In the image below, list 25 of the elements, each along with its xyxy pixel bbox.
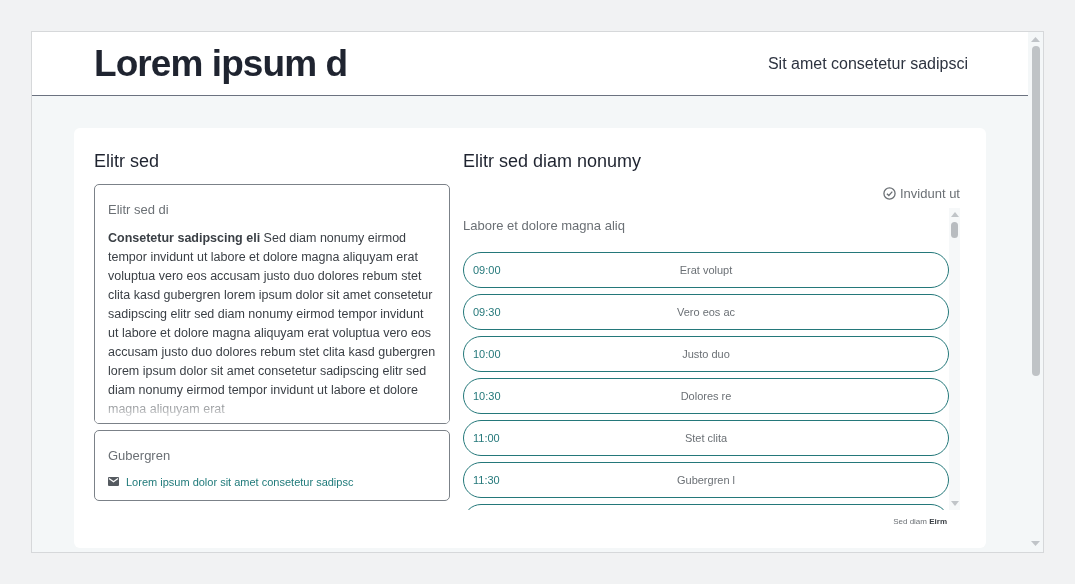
email-link[interactable]: Lorem ipsum dolor sit amet consetetur sadipsc [126, 473, 354, 490]
card-paragraph: Consetetur sadipscing eli Sed diam nonumy eirmod tempor invidunt ut labore et dolore magna aliquyam erat voluptua vero eos accusam justo duo dolores rebum stet clita kasd gubergren lorem ipsum dolor sit amet consetetur sadipscing elitr sed diam nonumy eirmod tempor invidunt ut labore et dolore magna aliquyam erat voluptua vero eos accusam justo duo dolores rebum stet clita kasd gubergren lorem ipsum dolor sit amet consetetur sadipscing elitr sed diam nonumy eirmod tempor invidunt ut labore et dolore magna aliquyam erat [108, 229, 436, 418]
scrollbar-thumb[interactable] [1031, 46, 1040, 376]
status-text: Invidunt ut [900, 185, 960, 203]
time-slot[interactable]: 09:00 Erat volupt [463, 252, 949, 288]
time-slot[interactable]: 11:30 Gubergren l [463, 462, 949, 498]
card-label: Gubergren [108, 447, 172, 465]
time-slot[interactable]: 11:00 Stet clita [463, 420, 949, 456]
scroll-down-icon[interactable] [950, 500, 959, 506]
page-title: Lorem ipsum d [94, 41, 348, 86]
tagline: Sit amet consetetur sadipsci [767, 53, 968, 74]
scrollbar-thumb[interactable] [951, 221, 958, 238]
scroll-down-icon[interactable] [1031, 541, 1040, 546]
mail-icon [108, 477, 119, 487]
list-label: Labore et dolore magna aliq [463, 216, 626, 235]
time-slot[interactable]: 10:00 Justo duo [463, 336, 949, 372]
section-heading: Elitr sed [94, 150, 161, 173]
card-label: Elitr sed di [108, 201, 170, 219]
scroll-up-icon[interactable] [950, 211, 959, 217]
check-circle-icon [883, 187, 896, 201]
section-heading: Elitr sed diam nonumy [463, 150, 643, 173]
time-slot[interactable]: 09:30 Vero eos ac [463, 294, 949, 330]
scroll-up-icon[interactable] [1031, 37, 1040, 42]
footer-note: Sed diam Eirm [893, 515, 947, 528]
time-slot[interactable]: 10:30 Dolores re [463, 378, 949, 414]
